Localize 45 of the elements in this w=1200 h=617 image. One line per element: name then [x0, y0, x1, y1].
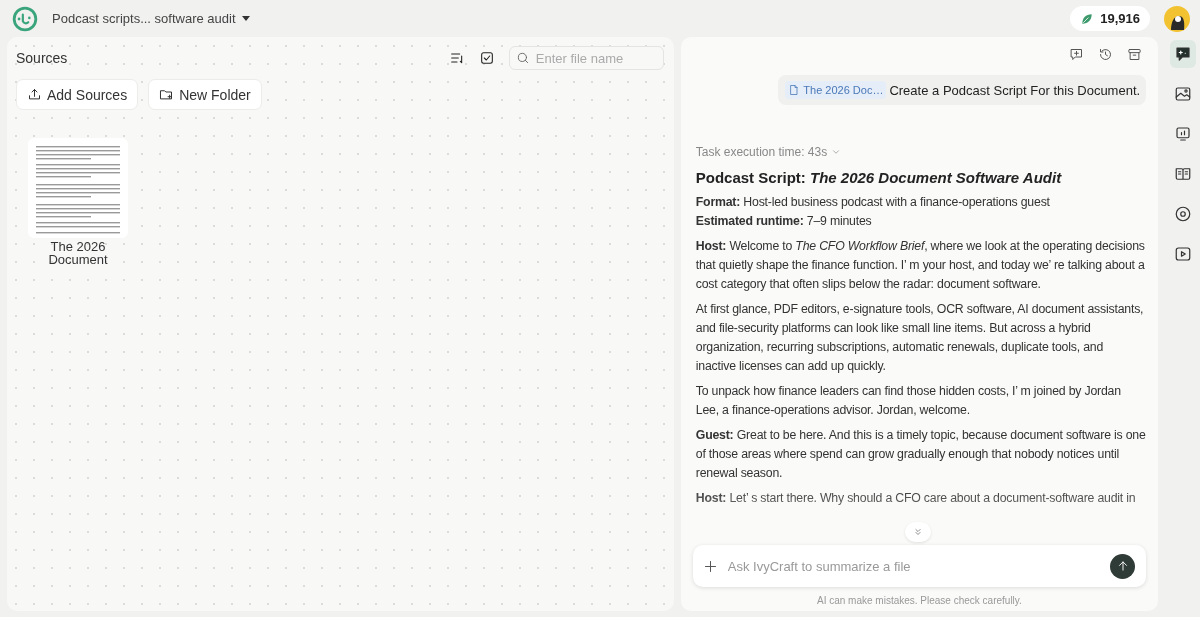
panel-title: Sources — [16, 50, 69, 66]
play-icon — [1173, 245, 1192, 263]
double-chevron-icon — [912, 527, 923, 537]
file-name[interactable]: The 2026 Document — [43, 240, 113, 266]
paragraph: At first glance, PDF editors, e-signature tools, OCR software, AI document assistants, and file-security platforms can look like small line items. But across a hybrid organization, recurring subscriptions, automatic renewals, duplicate tools, and inactive licenses can add up quickly. — [695, 301, 1145, 375]
paragraph: Host: Welcome to The CFO Workflow Brief, where we look at the operating decisions that quietly shape the finance function. I’ m your host, and today we’ re talking about a cost category that often slips below the radar: document software. — [695, 238, 1146, 293]
disc-icon — [1173, 205, 1192, 223]
attachment-chip[interactable]: The 2026 Doc… — [785, 81, 887, 99]
document-icon — [788, 84, 801, 96]
avatar-icon[interactable] — [1164, 5, 1190, 32]
chat-plus-icon — [1173, 45, 1192, 63]
credits-badge[interactable]: 19,916 — [1070, 6, 1150, 31]
logo-icon[interactable] — [12, 5, 38, 32]
chevron-down-icon — [831, 147, 842, 157]
paragraph: Estimated runtime: 7–9 minutes — [695, 213, 873, 230]
history-icon[interactable] — [1098, 47, 1114, 62]
archive-icon[interactable] — [1127, 47, 1143, 62]
sort-icon[interactable] — [448, 50, 465, 66]
add-sources-button[interactable]: Add Sources — [16, 79, 139, 110]
checkbox-icon[interactable] — [478, 50, 495, 66]
search-input[interactable]: Enter file name — [535, 50, 656, 66]
presentation-icon — [1173, 125, 1192, 143]
document-thumbnail[interactable] — [28, 138, 128, 238]
search-icon — [515, 51, 530, 65]
book-icon — [1173, 165, 1192, 183]
paragraph: Host: Let’ s start there. Why should a CFO care about a document-software audit in — [695, 490, 1137, 507]
script-heading: Podcast Script: The 2026 Document Software Audit — [695, 169, 1063, 186]
send-button[interactable] — [1110, 553, 1136, 579]
search-field[interactable]: Enter file name — [508, 46, 664, 70]
sidebar-tool-button[interactable] — [1169, 40, 1196, 68]
task-time-toggle[interactable]: Task execution time: 43s — [695, 145, 1147, 159]
comment-plus-icon[interactable] — [1069, 47, 1085, 62]
plus-icon[interactable] — [702, 558, 718, 574]
paragraph: Guest: Great to be here. And this is a timely topic, because document software is one of those areas where spend can grow gradually enough that nobody notices until renewal season. — [695, 427, 1147, 482]
message-text: Create a Podcast Script For this Document. — [889, 82, 1141, 98]
project-title-dropdown[interactable]: Podcast scripts... software audit — [52, 11, 250, 26]
upload-icon — [27, 87, 42, 102]
new-folder-button[interactable]: New Folder — [148, 79, 262, 110]
folder-plus-icon — [159, 87, 175, 102]
leaf-icon — [1080, 11, 1095, 26]
image-icon — [1173, 85, 1192, 103]
paragraph: To unpack how finance leaders can find those hidden costs, I’ m joined by Jordan Lee, a finance-operations advisor. Jordan, welcome. — [695, 383, 1122, 419]
paragraph: Format: Host-led business podcast with a finance-operations guest — [695, 194, 1051, 211]
caret-icon — [241, 15, 250, 22]
disclaimer: AI can make mistakes. Please check carefully. — [816, 594, 1023, 608]
